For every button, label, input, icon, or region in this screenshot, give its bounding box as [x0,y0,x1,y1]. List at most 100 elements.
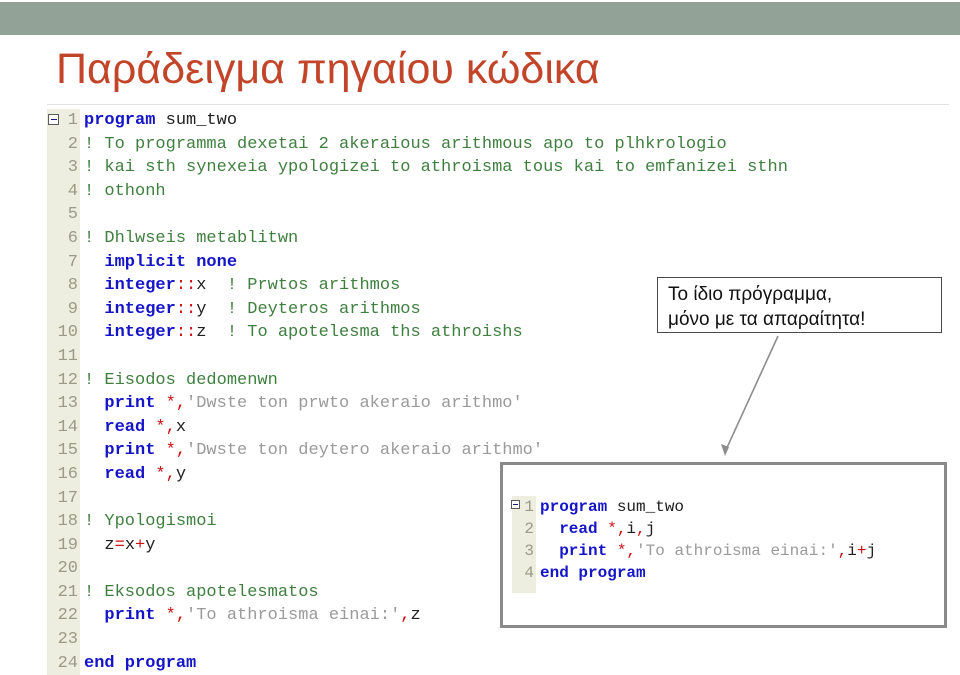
code-token-pl: z [410,606,421,626]
code-token-cmt: ! othonh [84,181,166,201]
code-line: 12! Eisodos dedomenwn [47,368,947,393]
code-token-str: 'To athroisma einai:' [186,606,401,626]
code-line: 2! To programma dexetai 2 akeraious arit… [47,132,947,157]
code-token-kw: read [104,464,146,484]
code-token-kw: read [104,417,146,437]
code-token-pl: y [196,299,227,319]
line-number: 12 [47,368,80,393]
code-line-text: ! To programma dexetai 2 akeraious arith… [80,133,947,157]
code-line: 1 program sum_two [47,109,947,133]
code-line: 11 [47,344,947,369]
code-line: 5 [47,203,947,227]
code-token-pl: i [847,542,857,560]
code-token-op: *, [165,606,187,626]
code-token-kw: program [540,498,608,516]
code-line: 4! othonh [47,179,947,204]
line-number: 5 [47,203,80,227]
code-token-pl: z [196,323,227,343]
code-token-kw: integer [104,299,176,319]
line-number: 2 [47,132,80,157]
code-line: 3! kai sth synexeia ypologizei to athroi… [47,156,947,180]
line-number: 17 [47,486,80,511]
code-token-pl: y [145,535,156,555]
code-token-pl: i [626,520,637,538]
code-token-kw: end program [84,653,197,673]
code-token-kw: integer [104,323,176,343]
code-line-text: read *,x [80,416,947,440]
code-line-text: implicit none [80,251,947,275]
code-line: 24 end program [47,651,947,675]
code-token-cmt: ! Dhlwseis metablitwn [84,228,299,248]
code-line-text: ! Eisodos dedomenwn [80,369,947,393]
line-number: 13 [47,392,80,416]
code-line-text: ! kai sth synexeia ypologizei to athrois… [80,156,947,180]
code-token-op: + [135,535,146,555]
line-number: 4 [512,562,536,584]
code-token-pl: sum_two [155,111,238,130]
code-line-text: print *,'Dwste ton deytero akeraio arith… [80,439,947,463]
code-token-op: *, [155,464,176,484]
code-line-text: ! Dhlwseis metablitwn [80,227,947,251]
code-line-text: program sum_two [536,496,942,518]
code-token-cmt: ! Eksodos apotelesmatos [84,582,319,602]
line-number: 6 [47,226,80,251]
line-number: 16 [47,462,80,487]
code-token-kw: print [104,441,156,461]
code-token-op: :: [175,323,197,343]
code-line: 1 program sum_two [511,496,942,518]
code-token-kw: end program [540,564,646,582]
fold-collapse-icon[interactable] [48,114,59,125]
line-number: 24 [47,651,80,675]
line-number: 3 [47,156,80,180]
line-number: 11 [47,344,80,369]
code-token-cmt: ! Eisodos dedomenwn [84,370,278,390]
code-token-op: *, [616,542,637,560]
code-token-op: :: [175,299,197,319]
code-token-cmt: ! To programma dexetai 2 akeraious arith… [84,134,727,154]
code-line-text: read *,i,j [536,518,942,540]
code-token-cmt: ! kai sth synexeia ypologizei to athrois… [84,158,788,178]
line-number: 20 [47,557,80,581]
code-token-pl: sum_two [607,498,685,516]
line-number: 7 [47,250,80,275]
code-token-pl: x [175,417,187,437]
line-number: 19 [47,533,80,558]
code-token-cmt: ! Ypologismoi [84,512,217,532]
code-line: 13 print *,'Dwste ton prwto akeraio arit… [47,392,947,416]
line-number: 1 [47,109,80,133]
code-line-text: ! othonh [80,180,947,204]
code-token-kw: program [84,111,156,130]
code-token-str: 'To athroisma einai:' [636,542,838,560]
code-token-kw: print [104,606,156,626]
line-number: 4 [47,179,80,204]
code-token-pl: j [645,520,656,538]
code-token-op: , [400,606,411,626]
code-token-pl: x [196,276,227,296]
code-token-op: *, [165,441,187,461]
code-line-text: print *,'Dwste ton prwto akeraio arithmo… [80,392,947,416]
code-token-pl: x [124,535,136,555]
code-token-cmt: ! To apotelesma ths athroishs [226,323,523,343]
line-number: 18 [47,510,80,534]
code-line-text: end program [536,562,942,584]
code-token-str: 'Dwste ton prwto akeraio arithmo' [186,394,523,414]
line-number: 2 [512,518,536,540]
inset-code-listing: 1 program sum_two 2 read *,i,j 3 print *,'T… [511,496,942,593]
line-number: 3 [512,540,536,562]
fold-collapse-icon[interactable] [511,500,520,509]
code-token-op: :: [175,276,197,296]
line-number: 21 [47,580,80,605]
code-token-op: *, [165,394,187,414]
inset-code-box: 1 program sum_two 2 read *,i,j 3 print *,'T… [500,462,947,628]
code-token-op: , [636,520,646,538]
